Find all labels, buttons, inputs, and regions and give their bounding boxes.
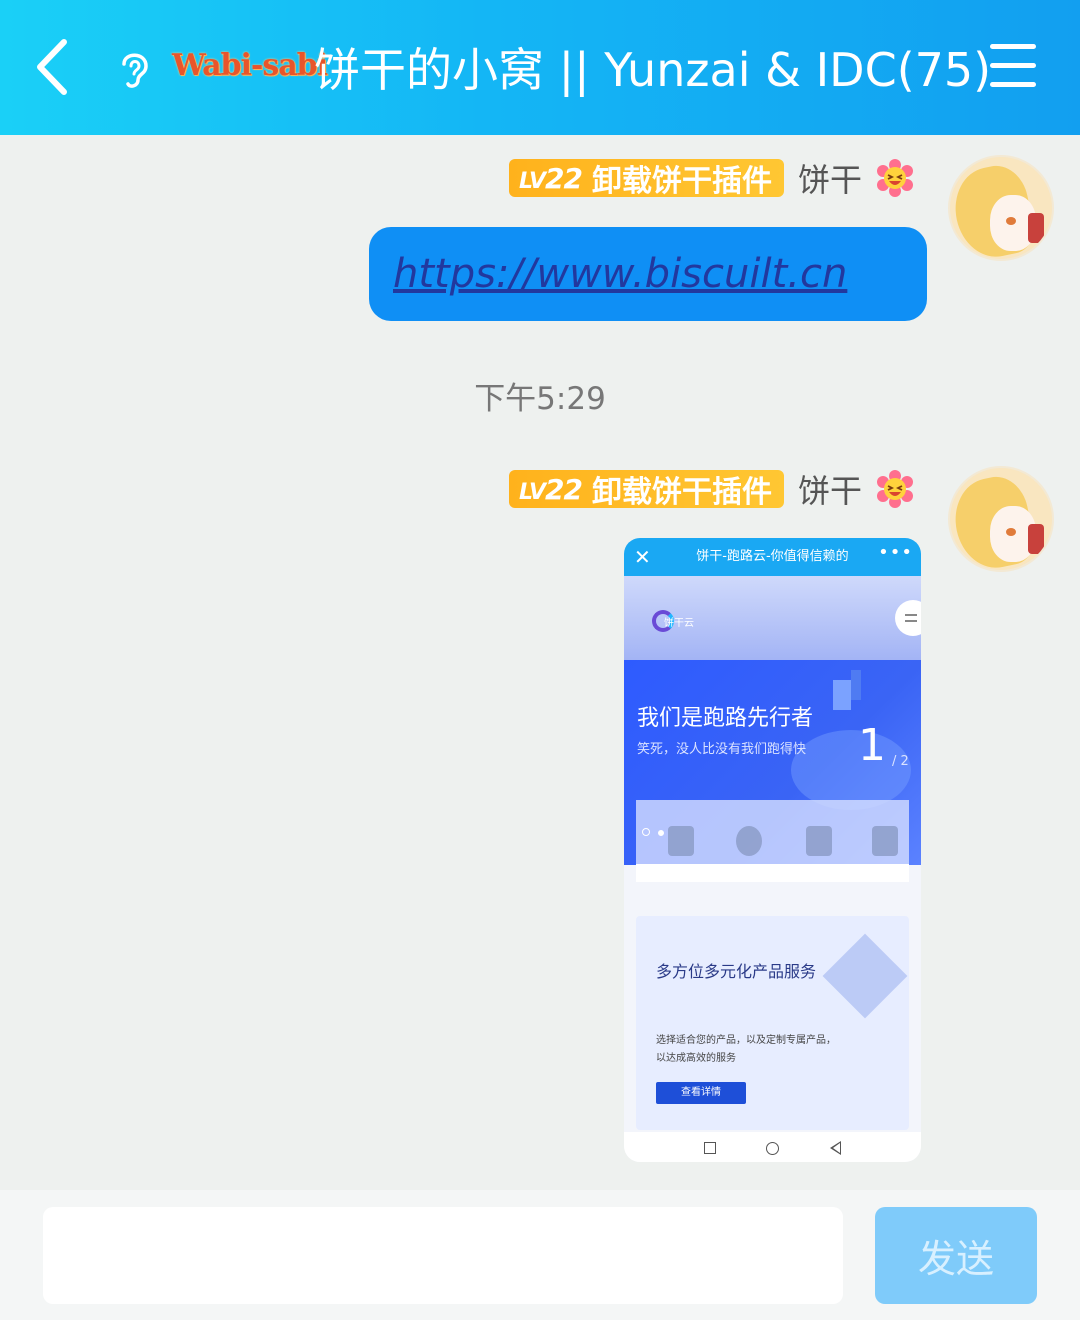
message-bubble[interactable]: https://www.biscuilt.cn [369,227,927,321]
member-tag: 卸载饼干插件 [591,475,772,510]
level-badge: LV22 卸载饼干插件 [509,159,784,199]
screenshot-logo-text: 饼干云 [664,618,694,629]
hero-page-total: / 2 [892,754,909,769]
card-description: 选择适合您的产品，以及定制专属产品，以达成高效的服务 [656,1035,836,1064]
screenshot-system-nav [624,1132,921,1162]
carousel-dots [642,821,672,840]
message-sender-row: LV22 卸载饼干插件 饼干 [509,155,914,201]
ear-icon[interactable] [112,46,158,92]
back-triangle-icon [830,1141,841,1155]
close-icon: ✕ [634,545,651,569]
sender-name[interactable]: 饼干 [798,466,862,512]
level-prefix: LV [519,479,546,505]
home-icon [766,1142,779,1155]
card-title: 多方位多元化产品服务 [656,962,817,981]
level-number: 22 [545,472,583,506]
more-icon: ••• [878,542,913,563]
menu-icon[interactable] [990,44,1042,92]
chevron-left-icon [37,39,67,95]
member-tag: 卸载饼干插件 [591,164,772,199]
level-number: 22 [545,161,583,195]
avatar[interactable] [948,466,1054,572]
chat-area[interactable]: LV22 卸载饼干插件 饼干 https://www.biscuilt.cn 下… [0,135,1080,1190]
send-button[interactable]: 发送 [875,1207,1037,1304]
sender-name[interactable]: 饼干 [798,155,862,201]
hero-page-current: 1 [858,720,886,771]
hero-subtitle: 笑死，没人比没有我们跑得快 [637,742,807,757]
hero-title: 我们是跑路先行者 [637,706,814,731]
image-message[interactable]: ✕ 饼干-跑路云-你值得信赖的 ••• 饼干云 我们是跑路先行者 笑死，没人比没… [624,538,921,1162]
screenshot-titlebar: ✕ 饼干-跑路云-你值得信赖的 ••• [624,538,921,576]
chat-header: Wabi-sabi 饼干的小窝 || Yunzai & IDC(75) [0,0,1080,135]
flower-emoji-icon [877,159,913,197]
screenshot-title: 饼干-跑路云-你值得信赖的 [696,549,849,564]
chat-title[interactable]: 饼干的小窝 || Yunzai & IDC(75) [314,38,991,102]
message-timestamp: 下午5:29 [474,381,606,417]
message-input[interactable] [43,1207,843,1304]
screenshot-feature-icons [636,800,909,882]
message-link[interactable]: https://www.biscuilt.cn [393,251,847,297]
message-sender-row: LV22 卸载饼干插件 饼干 [509,466,914,512]
input-bar: 发送 [0,1190,1080,1320]
level-badge: LV22 卸载饼干插件 [509,470,784,510]
group-logo: Wabi-sabi [172,48,328,83]
server-icon [806,826,832,856]
flower-emoji-icon [877,470,913,508]
back-button[interactable] [28,32,88,102]
avatar[interactable] [948,155,1054,261]
recents-icon [704,1142,716,1154]
chart-icon [872,826,898,856]
card-button: 查看详情 [656,1082,746,1104]
level-prefix: LV [519,168,546,194]
screenshot-product-card: 多方位多元化产品服务 选择适合您的产品，以及定制专属产品，以达成高效的服务 查看… [636,916,909,1130]
shield-icon [736,826,762,856]
